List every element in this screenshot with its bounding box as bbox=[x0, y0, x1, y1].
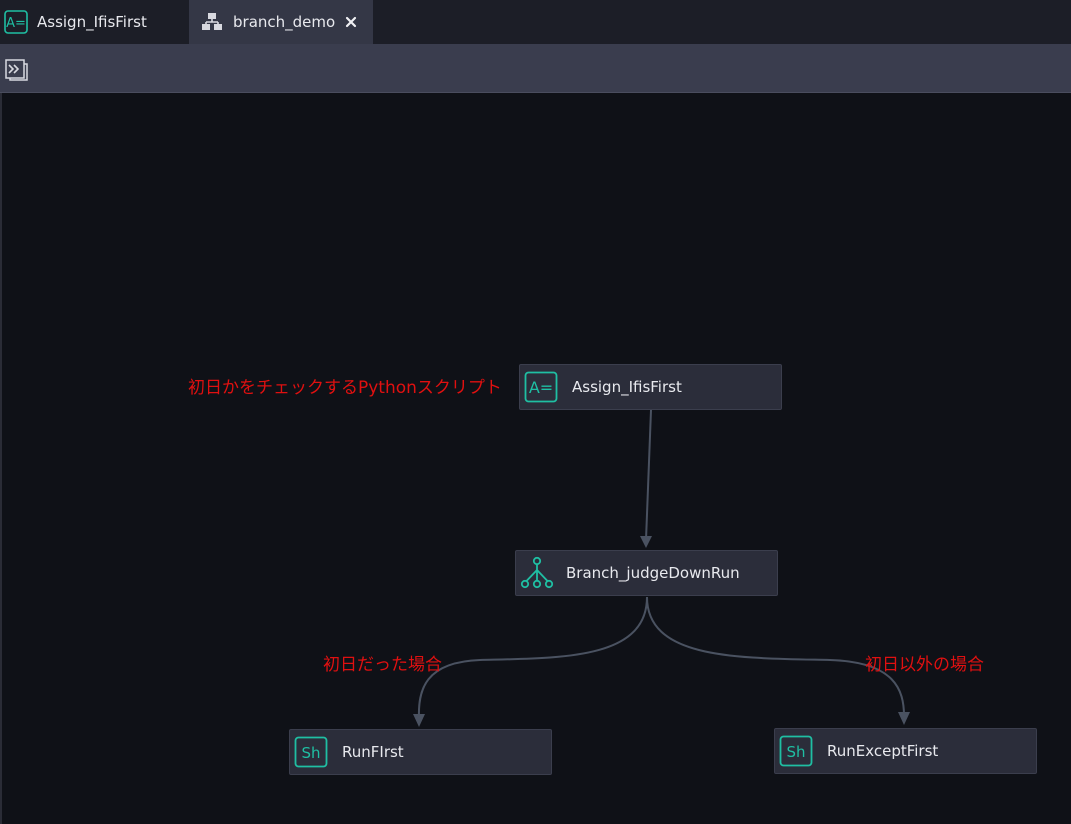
shell-icon: Sh bbox=[779, 735, 813, 767]
node-runfirst[interactable]: Sh RunFIrst bbox=[289, 729, 552, 775]
workflow-edges bbox=[413, 409, 910, 727]
svg-text:A=: A= bbox=[529, 378, 553, 397]
node-label: Branch_judgeDownRun bbox=[566, 564, 740, 582]
node-branch-judgedownrun[interactable]: Branch_judgeDownRun bbox=[515, 550, 778, 596]
assign-icon: A= bbox=[524, 371, 558, 403]
branch-icon bbox=[520, 556, 554, 590]
edge-branch-to-runfirst[interactable] bbox=[417, 596, 648, 719]
annotation-assign-note: 初日かをチェックするPythonスクリプト bbox=[188, 378, 502, 398]
arrowhead bbox=[898, 712, 910, 725]
node-label: RunFIrst bbox=[342, 743, 404, 761]
node-label: Assign_IfisFirst bbox=[572, 378, 682, 396]
annotation-first-day: 初日だった場合 bbox=[323, 655, 442, 675]
svg-text:Sh: Sh bbox=[786, 743, 805, 761]
annotation-not-first-day: 初日以外の場合 bbox=[865, 655, 984, 675]
arrowhead bbox=[640, 536, 652, 548]
node-runexceptfirst[interactable]: Sh RunExceptFirst bbox=[774, 728, 1037, 774]
arrowhead bbox=[413, 714, 425, 727]
node-label: RunExceptFirst bbox=[827, 742, 939, 760]
shell-icon: Sh bbox=[294, 736, 328, 768]
edge-assign-to-branch[interactable] bbox=[645, 409, 652, 541]
node-assign-ifisfirst[interactable]: A= Assign_IfisFirst bbox=[519, 364, 782, 410]
svg-text:Sh: Sh bbox=[301, 744, 320, 762]
